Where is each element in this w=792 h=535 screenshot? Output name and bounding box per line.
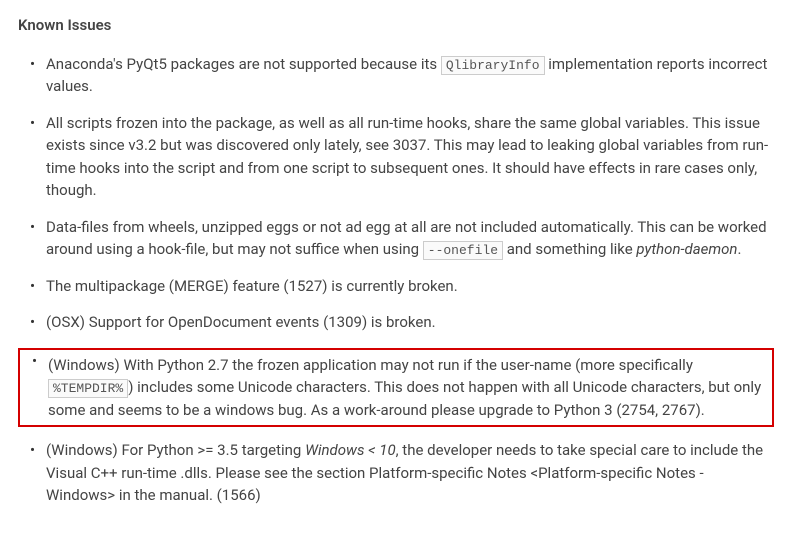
section-heading: Known Issues — [18, 14, 774, 37]
issue-item-windows-python35: (Windows) For Python >= 3.5 targeting Wi… — [18, 439, 774, 507]
code-qlibraryinfo: QlibraryInfo — [441, 56, 545, 75]
issue-item-multipackage: The multipackage (MERGE) feature (1527) … — [18, 275, 774, 298]
code-tempdir: %TEMPDIR% — [48, 379, 128, 398]
text-segment: Anaconda's PyQt5 packages are not suppor… — [46, 55, 441, 73]
text-segment: All scripts frozen into the package, as … — [46, 114, 768, 200]
issue-item-anaconda-pyqt5: Anaconda's PyQt5 packages are not suppor… — [18, 53, 774, 98]
text-segment: . — [737, 240, 741, 258]
issue-item-osx-opendocument: (OSX) Support for OpenDocument events (1… — [18, 311, 774, 334]
issue-item-data-files: Data-files from wheels, unzipped eggs or… — [18, 216, 774, 261]
issue-item-windows-python27-highlighted: (Windows) With Python 2.7 the frozen app… — [18, 348, 774, 428]
text-segment: and something like — [503, 240, 636, 258]
italic-python-daemon: python-daemon — [636, 240, 737, 258]
text-segment: ) includes some Unicode characters. This… — [48, 378, 761, 419]
text-segment: (Windows) With Python 2.7 the frozen app… — [48, 356, 693, 374]
issue-item-global-variables: All scripts frozen into the package, as … — [18, 112, 774, 202]
known-issues-list: Anaconda's PyQt5 packages are not suppor… — [18, 53, 774, 507]
text-segment: The multipackage (MERGE) feature (1527) … — [46, 277, 458, 295]
text-segment: (Windows) For Python >= 3.5 targeting — [46, 441, 305, 459]
italic-windows-lt-10: Windows < 10 — [305, 441, 396, 459]
text-segment: (OSX) Support for OpenDocument events (1… — [46, 313, 436, 331]
code-onefile: --onefile — [423, 241, 503, 260]
